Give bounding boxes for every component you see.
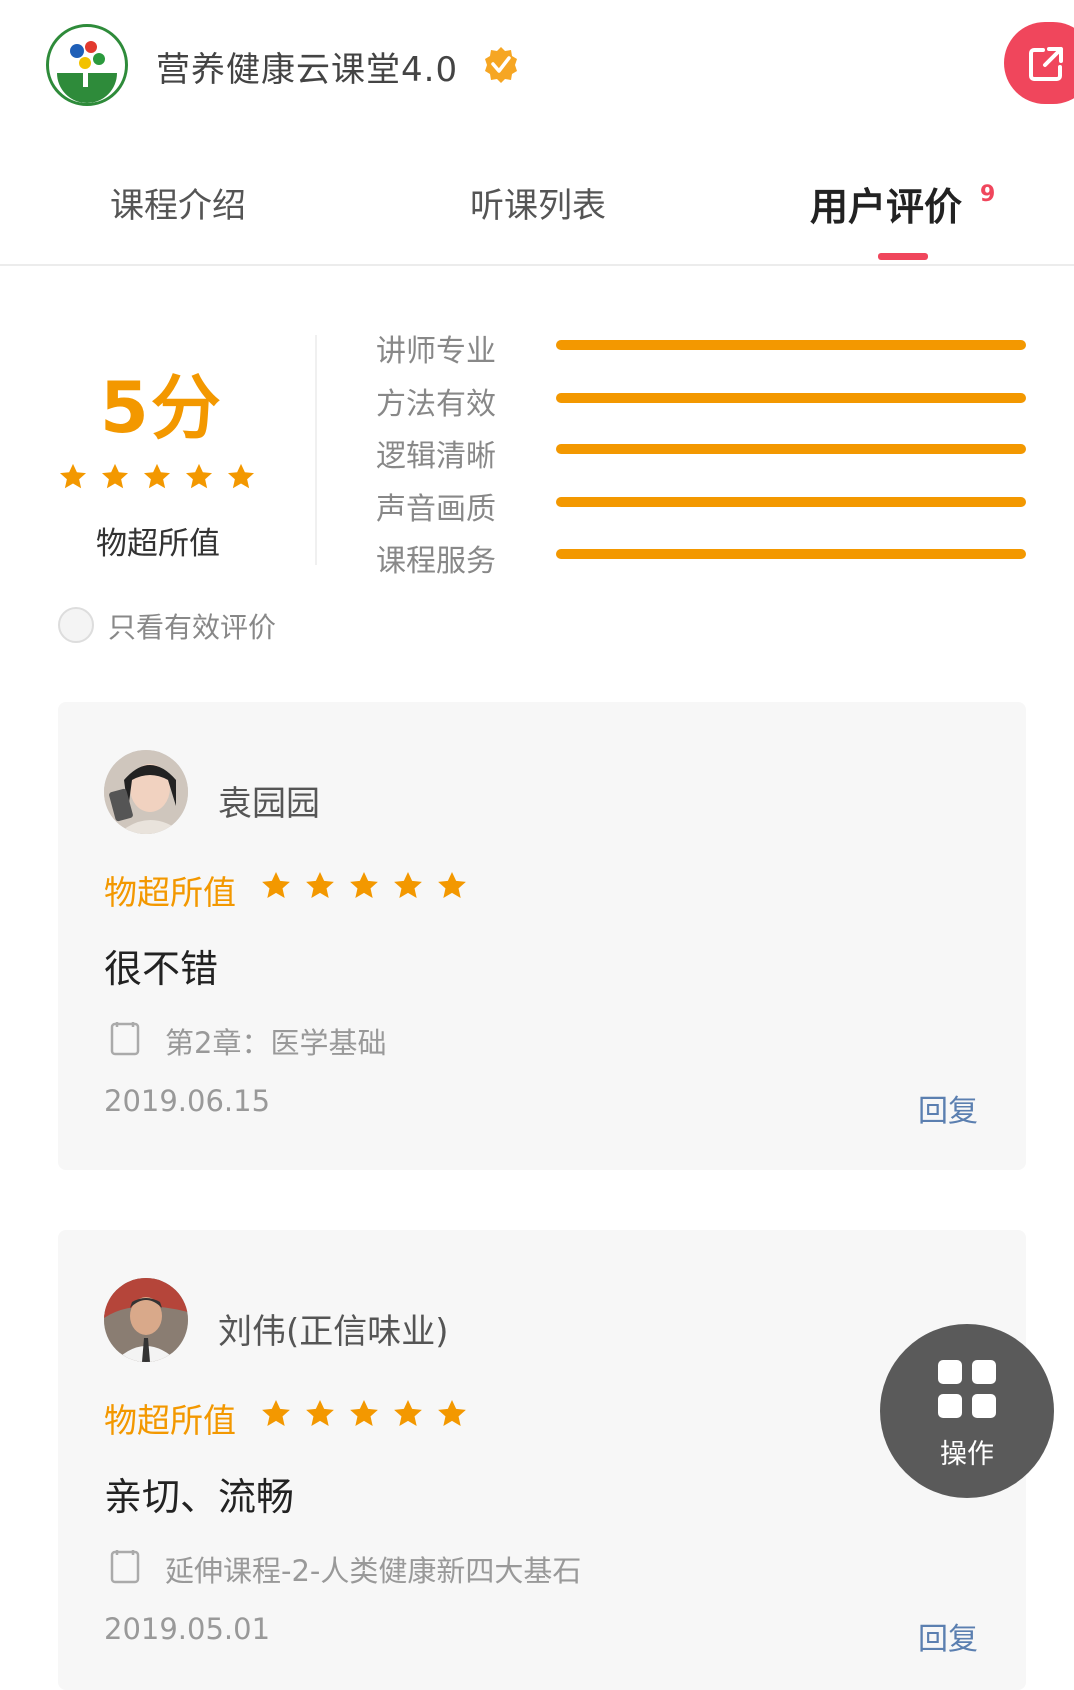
valid-reviews-checkbox[interactable] [58, 607, 94, 643]
overall-rating-label: 物超所值 [96, 526, 220, 562]
star-icon [262, 872, 290, 898]
review-date: 2019.06.15 [104, 1084, 271, 1118]
summary-divider [315, 335, 317, 565]
verified-badge-icon [482, 46, 520, 84]
star-icon [262, 1400, 290, 1426]
metric-bar-fill [556, 393, 1026, 403]
review-text: 很不错 [104, 947, 219, 991]
metric-bar [556, 549, 1026, 559]
operations-button[interactable]: 操作 [880, 1324, 1054, 1498]
user-avatar[interactable] [104, 750, 188, 834]
review-stars [260, 870, 468, 902]
username[interactable]: 袁园园 [218, 776, 320, 825]
star-icon [394, 872, 422, 898]
star-icon [60, 463, 86, 489]
star-icon [102, 463, 128, 489]
star-icon [228, 463, 254, 489]
chapter-link[interactable]: 第2章：医学基础 [165, 1020, 386, 1062]
star-icon [350, 1400, 378, 1426]
chapter-icon [110, 1548, 140, 1584]
share-icon [1029, 47, 1063, 81]
metric-bar-fill [556, 340, 1026, 350]
chapter-icon [110, 1020, 140, 1056]
app-title: 营养健康云课堂4.0 [156, 50, 459, 90]
overall-score: 5分 [100, 367, 223, 449]
star-icon [144, 463, 170, 489]
overall-stars [58, 462, 256, 492]
review-date: 2019.05.01 [104, 1612, 271, 1646]
reply-button[interactable]: 回复 [918, 1614, 978, 1658]
channel-logo[interactable] [46, 24, 128, 106]
tab-user-reviews[interactable]: 用户评价 [810, 176, 962, 231]
metric-label: 逻辑清晰 [376, 439, 496, 474]
metric-bar [556, 444, 1026, 454]
metric-bar-fill [556, 444, 1026, 454]
star-icon [438, 872, 466, 898]
metric-bar-fill [556, 549, 1026, 559]
star-icon [350, 872, 378, 898]
rating-tag: 物超所值 [104, 1401, 236, 1440]
user-avatar[interactable] [104, 1278, 188, 1362]
metric-label: 方法有效 [376, 387, 496, 422]
chapter-link[interactable]: 延伸课程-2-人类健康新四大基石 [165, 1548, 581, 1590]
star-icon [306, 872, 334, 898]
active-tab-indicator [878, 253, 928, 260]
grid-icon [938, 1360, 996, 1418]
star-icon [394, 1400, 422, 1426]
share-button[interactable] [1004, 22, 1074, 104]
rating-tag: 物超所值 [104, 873, 236, 912]
metric-bar-fill [556, 497, 1026, 507]
tabs-divider [0, 264, 1074, 266]
review-text: 亲切、流畅 [104, 1475, 295, 1519]
reply-button[interactable]: 回复 [918, 1086, 978, 1130]
metric-bar [556, 393, 1026, 403]
review-count-badge: 9 [980, 182, 996, 207]
star-icon [306, 1400, 334, 1426]
operations-label: 操作 [940, 1439, 994, 1470]
tab-lesson-list[interactable]: 听课列表 [470, 178, 606, 227]
star-icon [438, 1400, 466, 1426]
username[interactable]: 刘伟(正信味业) [218, 1304, 449, 1353]
tab-course-intro[interactable]: 课程介绍 [110, 178, 246, 227]
metric-label: 讲师专业 [376, 334, 496, 369]
metric-label: 声音画质 [376, 492, 496, 527]
metric-label: 课程服务 [376, 544, 496, 579]
review-stars [260, 1398, 468, 1430]
star-icon [186, 463, 212, 489]
metric-bar [556, 497, 1026, 507]
metric-bar [556, 340, 1026, 350]
review-card: 袁园园 物超所值 很不错 第2章：医学基础 2019.06.15 回复 [58, 702, 1026, 1170]
valid-reviews-filter-label[interactable]: 只看有效评价 [108, 606, 276, 646]
